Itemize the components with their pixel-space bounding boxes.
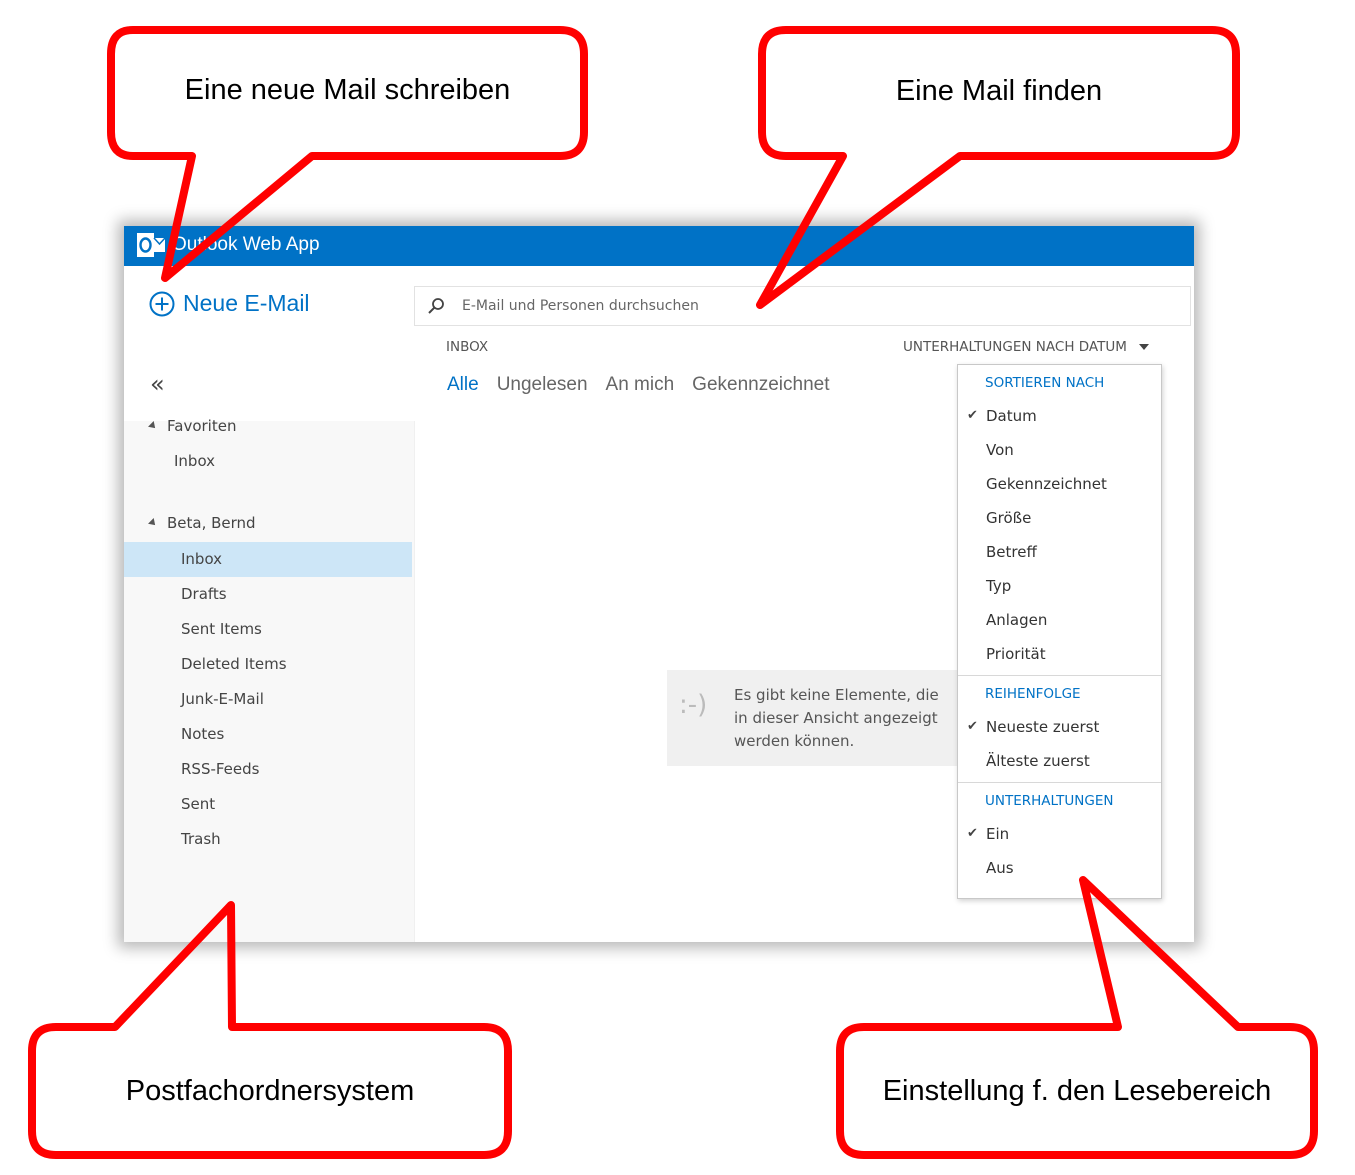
menu-item-label: Älteste zuerst [986, 752, 1090, 770]
favorites-inbox[interactable]: Inbox [174, 452, 215, 470]
sort-menu: SORTIEREN NACH ✔ Datum Von Gekennzeichnet Grö… [957, 364, 1162, 899]
filter-tab[interactable]: Alle [447, 374, 479, 396]
folder-label: Deleted Items [181, 655, 287, 673]
menu-item[interactable]: Gekennzeichnet [958, 469, 1161, 499]
menu-item[interactable]: ✔ Datum [958, 401, 1161, 431]
menu-item[interactable]: Typ [958, 571, 1161, 601]
account-label: Beta, Bernd [167, 514, 256, 532]
search-box[interactable] [414, 286, 1191, 326]
menu-item-label: Priorität [986, 645, 1046, 663]
menu-item[interactable]: Aus [958, 853, 1161, 883]
callout-folders-bubble [28, 901, 512, 1159]
menu-divider [958, 782, 1161, 783]
folder-item[interactable]: Trash [124, 822, 412, 857]
folder-item[interactable]: Notes [124, 717, 412, 752]
menu-item-label: Typ [986, 577, 1012, 595]
sort-dropdown-button[interactable]: UNTERHALTUNGEN NACH DATUM [903, 339, 1149, 355]
favorites-toggle[interactable]: Favoriten [148, 417, 237, 435]
menu-item-label: Datum [986, 407, 1037, 425]
folder-item[interactable]: RSS-Feeds [124, 752, 412, 787]
menu-item[interactable]: Von [958, 435, 1161, 465]
checkmark-icon: ✔ [967, 408, 978, 423]
folder-item[interactable]: Deleted Items [124, 647, 412, 682]
folder-label: Inbox [181, 550, 223, 568]
expand-triangle-icon [148, 421, 158, 431]
callout-folders-text: Postfachordnersystem [125, 1075, 415, 1107]
folder-item[interactable]: Inbox [124, 542, 412, 577]
folder-label: Trash [181, 830, 221, 848]
filter-tab[interactable]: An mich [606, 374, 675, 396]
menu-item-label: Betreff [986, 543, 1037, 561]
folder-label: Notes [181, 725, 225, 743]
menu-item-label: Neueste zuerst [986, 718, 1100, 736]
favorites-label: Favoriten [167, 417, 237, 435]
outlook-logo-icon [137, 233, 165, 257]
menu-item[interactable]: Größe [958, 503, 1161, 533]
filter-tab[interactable]: Gekennzeichnet [692, 374, 829, 396]
menu-item[interactable]: ✔ Ein [958, 819, 1161, 849]
checkmark-icon: ✔ [967, 719, 978, 734]
filter-tab[interactable]: Ungelesen [497, 374, 588, 396]
folder-item[interactable]: Sent Items [124, 612, 412, 647]
folder-item[interactable]: Sent [124, 787, 412, 822]
menu-section-header: UNTERHALTUNGEN [985, 793, 1114, 809]
folder-item[interactable]: Drafts [124, 577, 412, 612]
callout-find-mail-text: Eine Mail finden [895, 75, 1103, 107]
empty-state: :-) Es gibt keine Elemente, die in diese… [667, 670, 957, 766]
new-mail-button[interactable]: Neue E-Mail [149, 290, 310, 317]
menu-section-header: SORTIEREN NACH [985, 375, 1105, 391]
emoticon-icon: :-) [679, 690, 708, 720]
filter-tabs: Alle Ungelesen An mich Gekennzeichnet [447, 374, 848, 396]
menu-item[interactable]: Betreff [958, 537, 1161, 567]
add-circle-icon [149, 291, 175, 316]
menu-item-label: Anlagen [986, 611, 1048, 629]
menu-section-header: REIHENFOLGE [985, 686, 1081, 702]
folder-label: Sent [181, 795, 216, 813]
collapse-pane-button[interactable]: « [150, 370, 165, 398]
menu-item[interactable]: Priorität [958, 639, 1161, 669]
folder-label: Drafts [181, 585, 227, 603]
new-mail-label: Neue E-Mail [183, 290, 310, 316]
menu-item[interactable]: Älteste zuerst [958, 746, 1161, 776]
empty-message: Es gibt keine Elemente, die in dieser An… [734, 686, 939, 750]
checkmark-icon: ✔ [967, 826, 978, 841]
menu-item-label: Größe [986, 509, 1032, 527]
app-title: Outlook Web App [172, 234, 320, 255]
menu-item-label: Von [986, 441, 1014, 459]
folder-label: Junk-E-Mail [181, 690, 264, 708]
account-toggle[interactable]: Beta, Bernd [148, 514, 256, 532]
callout-new-mail-text: Eine neue Mail schreiben [184, 74, 511, 106]
chevron-down-icon [1138, 344, 1149, 350]
menu-item-label: Aus [986, 859, 1014, 877]
menu-item[interactable]: ✔ Neueste zuerst [958, 712, 1161, 742]
search-input[interactable] [460, 287, 1164, 325]
folder-item[interactable]: Junk-E-Mail [124, 682, 412, 717]
expand-triangle-icon [148, 518, 158, 528]
folder-label: RSS-Feeds [181, 760, 260, 778]
sort-label: UNTERHALTUNGEN NACH DATUM [903, 339, 1127, 355]
current-folder-label: INBOX [446, 339, 489, 355]
menu-item-label: Gekennzeichnet [986, 475, 1107, 493]
folder-label: Sent Items [181, 620, 262, 638]
menu-item[interactable]: Anlagen [958, 605, 1161, 635]
left-pane: Neue E-Mail « Favoriten Inbox Beta, Bern… [124, 266, 414, 942]
callout-reading-text: Einstellung f. den Lesebereich [882, 1075, 1272, 1107]
search-icon [428, 298, 444, 314]
top-bar: Outlook Web App [124, 226, 1194, 266]
menu-divider [958, 675, 1161, 676]
menu-item-label: Ein [986, 825, 1010, 843]
